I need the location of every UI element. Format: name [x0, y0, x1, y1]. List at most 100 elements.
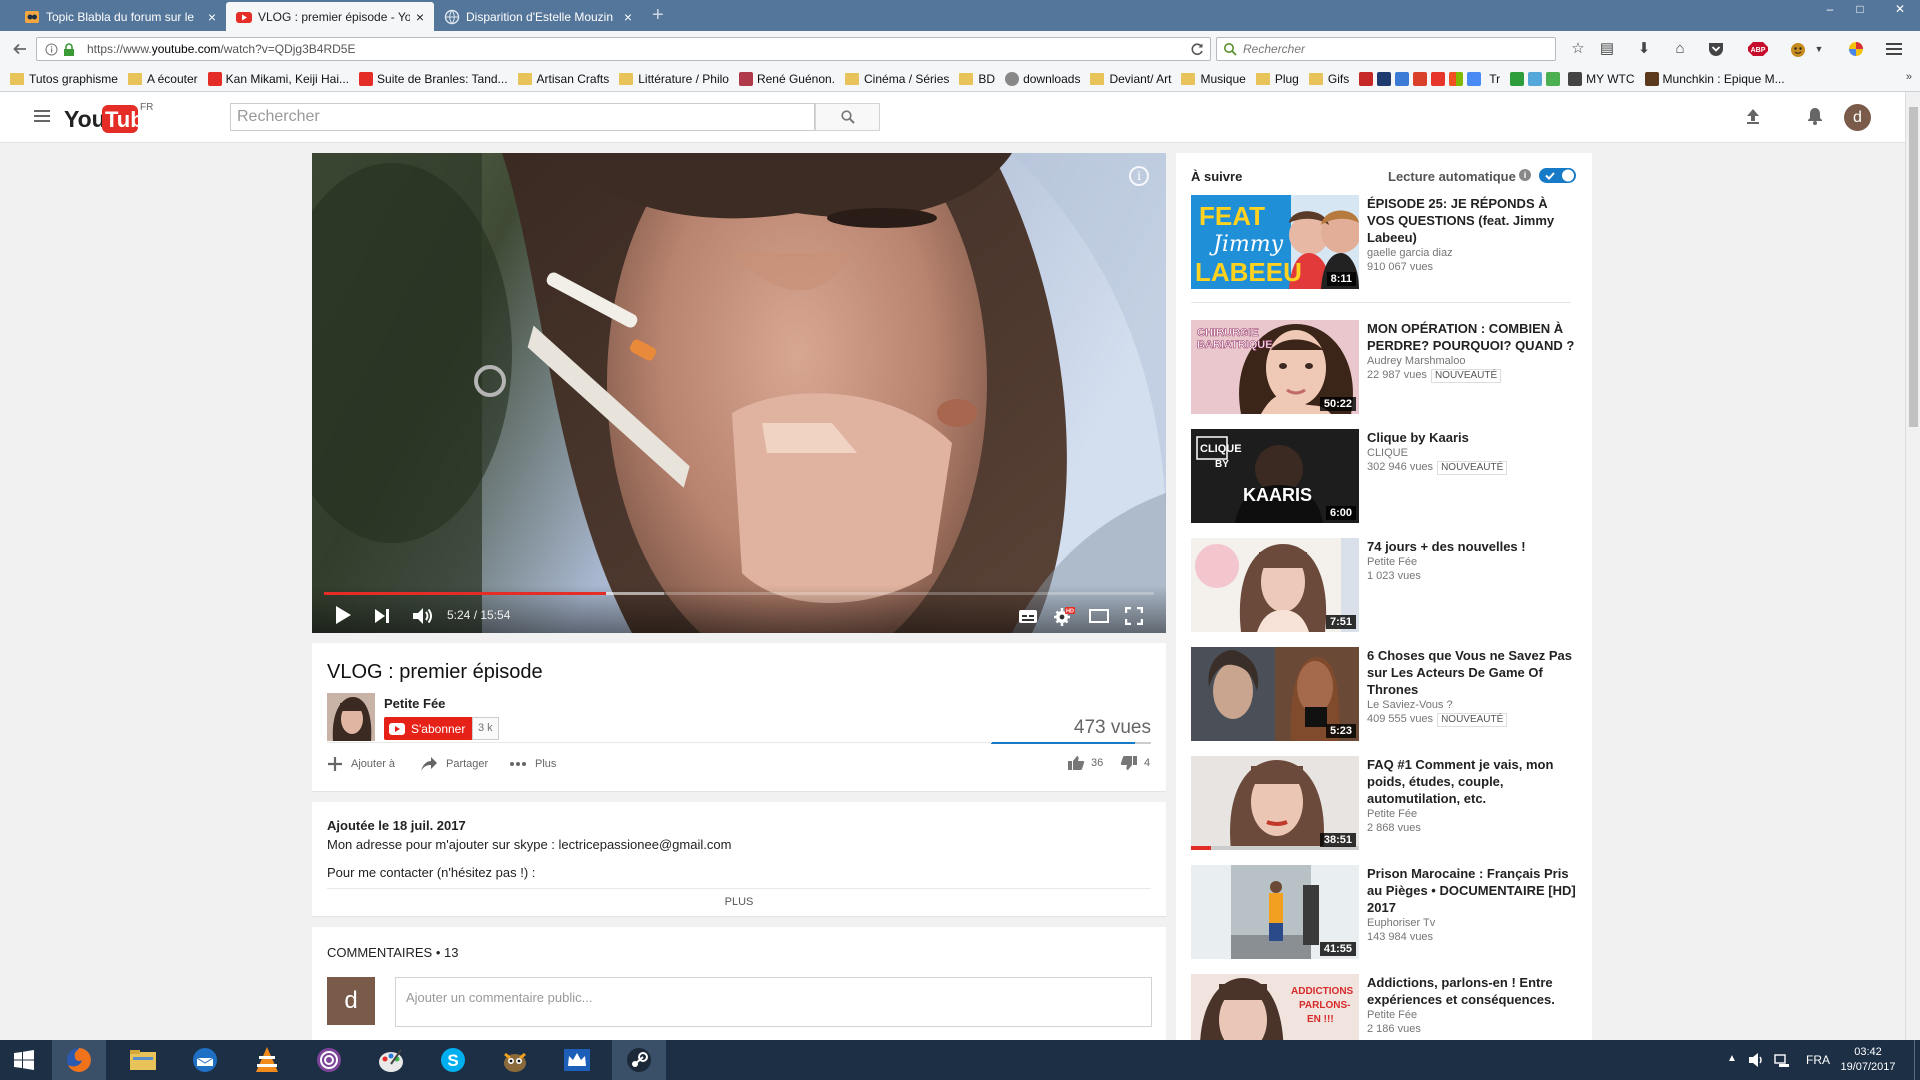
related-video-title[interactable]: 6 Choses que Vous ne Savez Pas sur Les A… — [1367, 647, 1577, 698]
taskbar-gimp[interactable] — [488, 1040, 542, 1080]
taskbar-crown-app[interactable] — [550, 1040, 604, 1080]
show-desktop-button[interactable] — [1914, 1040, 1920, 1080]
url-bar[interactable]: https://www.youtube.com/watch?v=QDjg3B4R… — [36, 37, 1211, 61]
page-scrollbar[interactable] — [1905, 92, 1920, 1040]
related-video-title[interactable]: MON OPÉRATION : COMBIEN À PERDRE? POURQU… — [1367, 320, 1577, 354]
bookmark-artisan-crafts[interactable]: Artisan Crafts — [517, 72, 609, 86]
user-avatar[interactable]: d — [1844, 104, 1871, 131]
bookmark-bd[interactable]: BD — [959, 72, 995, 86]
taskbar-explorer[interactable] — [116, 1040, 170, 1080]
video-thumbnail[interactable]: FEAT Jimmy LABEEU 8:11 — [1191, 195, 1359, 289]
youtube-logo[interactable]: You Tube FR — [64, 102, 153, 134]
greasemonkey-icon[interactable] — [1788, 39, 1808, 59]
next-button[interactable] — [374, 608, 390, 624]
hamburger-menu-icon[interactable] — [34, 109, 50, 123]
windows-icon[interactable] — [1449, 71, 1464, 86]
bookmark-plug[interactable]: Plug — [1255, 72, 1299, 86]
related-video[interactable]: 41:55 Prison Marocaine : Français Pris a… — [1191, 865, 1576, 960]
translate-icon[interactable] — [1467, 71, 1482, 86]
taskbar-paint[interactable] — [364, 1040, 418, 1080]
home-icon[interactable]: ⌂ — [1670, 39, 1690, 59]
video-thumbnail[interactable]: CLIQUE BY KAARIS 6:00 — [1191, 429, 1359, 523]
tab-disparition[interactable]: Disparition d'Estelle Mouzin × — [434, 2, 642, 31]
comment-input[interactable]: Ajouter un commentaire public... — [395, 977, 1152, 1027]
bookmark-gifs[interactable]: Gifs — [1308, 72, 1349, 86]
maximize-button[interactable]: □ — [1845, 0, 1875, 20]
taskbar-tor-browser[interactable] — [302, 1040, 356, 1080]
taskbar-firefox[interactable] — [52, 1040, 106, 1080]
menu-icon[interactable] — [1884, 39, 1904, 59]
start-button[interactable] — [0, 1040, 48, 1080]
bookmark-suite-de-branles[interactable]: Suite de Branles: Tand... — [359, 71, 508, 86]
related-video[interactable]: FEAT Jimmy LABEEU 8:11 ÉPISODE 25: JE RÉ… — [1191, 195, 1571, 290]
related-video-title[interactable]: Clique by Kaaris — [1367, 429, 1577, 446]
new-tab-button[interactable]: + — [652, 4, 664, 27]
subscribe-button[interactable]: S'abonner — [384, 717, 474, 740]
close-icon[interactable]: × — [624, 9, 632, 25]
back-button[interactable] — [8, 37, 32, 61]
channel-avatar[interactable] — [327, 693, 375, 741]
play-button[interactable] — [334, 605, 352, 625]
site-favicon-icon[interactable] — [1377, 71, 1392, 86]
video-thumbnail[interactable]: 7:51 — [1191, 538, 1359, 632]
adblock-plus-icon[interactable]: ABP — [1744, 39, 1772, 59]
site-favicon-icon[interactable] — [1413, 71, 1428, 86]
channel-name[interactable]: Petite Fée — [384, 696, 445, 711]
taskbar-steam[interactable] — [612, 1040, 666, 1080]
volume-tray-icon[interactable] — [1748, 1052, 1764, 1068]
bookmark-star-icon[interactable]: ☆ — [1568, 39, 1588, 59]
site-favicon-icon[interactable] — [1431, 71, 1446, 86]
related-video[interactable]: 38:51 FAQ #1 Comment je vais, mon poids,… — [1191, 756, 1571, 851]
minimize-button[interactable]: – — [1815, 0, 1845, 20]
info-icon[interactable] — [45, 43, 58, 56]
close-window-button[interactable]: ✕ — [1880, 0, 1920, 20]
info-card-icon[interactable]: i — [1129, 166, 1149, 186]
close-icon[interactable]: × — [416, 9, 424, 25]
related-video-title[interactable]: ÉPISODE 25: JE RÉPONDS À VOS QUESTIONS (… — [1367, 195, 1577, 246]
reload-icon[interactable] — [1190, 42, 1204, 56]
taskbar-thunderbird[interactable] — [178, 1040, 232, 1080]
input-language[interactable]: FRA — [1806, 1053, 1830, 1067]
taskbar-skype[interactable]: S — [426, 1040, 480, 1080]
bookmark-tr[interactable]: Tr — [1489, 72, 1500, 86]
scrollbar-thumb[interactable] — [1909, 107, 1918, 427]
theater-mode-button[interactable] — [1089, 609, 1109, 623]
taskbar-vlc[interactable] — [240, 1040, 294, 1080]
bookmark-my-wtc[interactable]: MY WTC — [1568, 71, 1635, 86]
video-thumbnail[interactable]: CHIRURGIE BARIATRIQUE 50:22 — [1191, 320, 1359, 414]
site-favicon-icon[interactable] — [1359, 71, 1374, 86]
bookmark-litterature-philo[interactable]: Littérature / Philo — [619, 72, 729, 86]
site-favicon-icon[interactable] — [1395, 71, 1410, 86]
related-video-title[interactable]: Addictions, parlons-en ! Entre expérienc… — [1367, 974, 1577, 1008]
related-video[interactable]: 5:23 6 Choses que Vous ne Savez Pas sur … — [1191, 647, 1572, 742]
more-actions-button[interactable]: Plus — [509, 756, 556, 772]
bookmark-a-ecouter[interactable]: A écouter — [127, 72, 198, 86]
video-thumbnail[interactable]: 41:55 — [1191, 865, 1359, 959]
related-video[interactable]: ADDICTIONS PARLONS- EN !!! Addictions, p… — [1191, 974, 1571, 1040]
like-button[interactable]: 36 — [1067, 755, 1103, 771]
bookmarks-overflow-icon[interactable]: » — [1906, 71, 1912, 83]
share-button[interactable]: Partager — [420, 756, 488, 772]
related-video[interactable]: 7:51 74 jours + des nouvelles ! Petite Fé… — [1191, 538, 1571, 633]
related-video[interactable]: CHIRURGIE BARIATRIQUE 50:22 MON OPÉRATIO… — [1191, 320, 1574, 415]
video-thumbnail[interactable]: 5:23 — [1191, 647, 1359, 741]
site-favicon-icon[interactable] — [1510, 71, 1525, 86]
video-player[interactable]: i 5:24 / 15:54 HD — [312, 153, 1166, 633]
show-more-button[interactable]: PLUS — [312, 896, 1166, 908]
download-icon[interactable]: ⬇ — [1634, 39, 1654, 59]
tab-vlog[interactable]: VLOG : premier épisode - Yo × — [226, 2, 434, 31]
bookmark-deviant-art[interactable]: Deviant/ Art — [1090, 72, 1171, 86]
bookmark-munchkin[interactable]: Munchkin : Epique M... — [1644, 71, 1785, 86]
pocket-icon[interactable] — [1706, 39, 1726, 59]
related-video-title[interactable]: FAQ #1 Comment je vais, mon poids, étude… — [1367, 756, 1577, 807]
dislike-button[interactable]: 4 — [1120, 755, 1150, 771]
bookmark-kan-mikami[interactable]: Kan Mikami, Keiji Hai... — [207, 71, 349, 86]
video-progress-bar[interactable] — [324, 592, 1154, 595]
notifications-bell-icon[interactable] — [1806, 106, 1824, 126]
chevron-down-icon[interactable]: ▼ — [1812, 39, 1826, 59]
extension-icon[interactable] — [1846, 39, 1866, 59]
info-icon[interactable]: i — [1519, 169, 1531, 181]
show-hidden-icons[interactable]: ▲ — [1727, 1053, 1737, 1064]
browser-search-input[interactable]: Rechercher — [1216, 37, 1556, 61]
volume-button[interactable] — [412, 606, 434, 626]
